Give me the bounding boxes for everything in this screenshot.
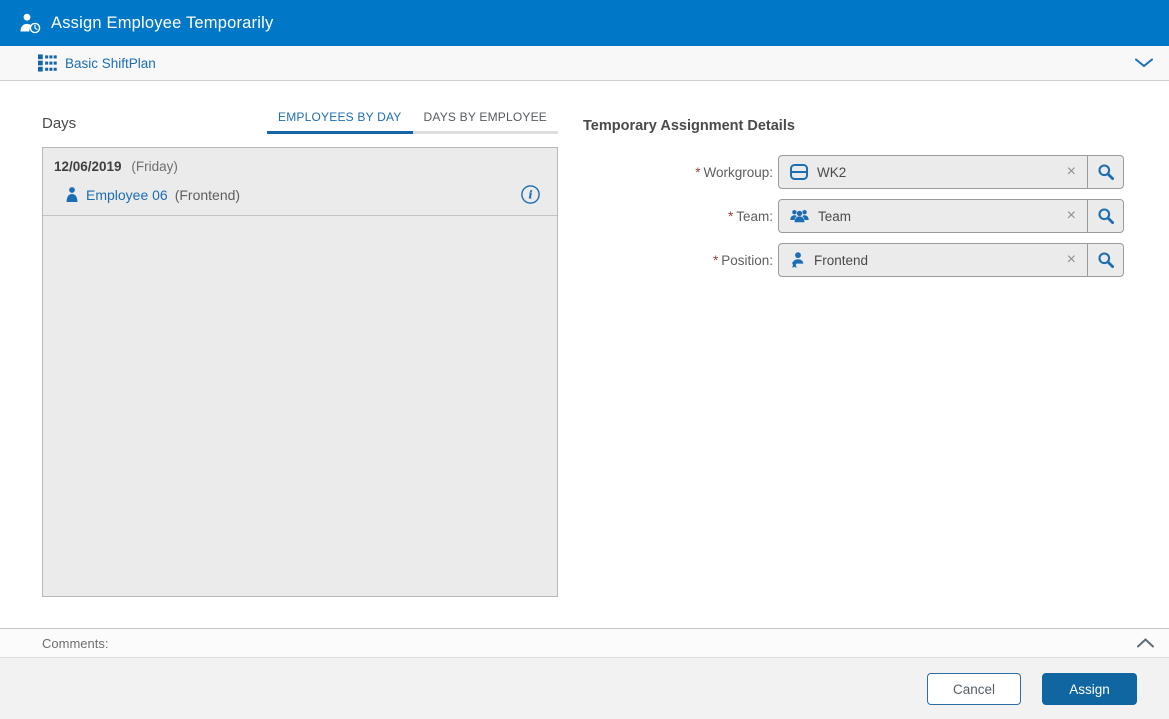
days-label: Days xyxy=(42,115,77,132)
position-picker-field[interactable]: Frontend × xyxy=(778,243,1124,277)
shiftplan-grid-icon xyxy=(38,54,57,72)
shiftplan-label: Basic ShiftPlan xyxy=(65,55,156,71)
team-search-button[interactable] xyxy=(1087,200,1123,232)
dialog-titlebar: Assign Employee Temporarily xyxy=(0,0,1169,46)
days-panel: 12/06/2019 (Friday) Employee 06 (Fronten… xyxy=(42,147,558,597)
workgroup-field-row: * Workgroup: WK2 × xyxy=(583,155,1124,189)
workgroup-label: * Workgroup: xyxy=(695,164,773,180)
clear-icon[interactable]: × xyxy=(1056,164,1087,180)
team-value: Team xyxy=(818,208,852,224)
assign-button[interactable]: Assign xyxy=(1042,673,1137,705)
workgroup-value: WK2 xyxy=(817,164,847,180)
person-icon xyxy=(66,187,78,202)
workgroup-icon xyxy=(790,164,808,180)
dialog-title: Assign Employee Temporarily xyxy=(51,13,274,32)
shiftplan-accordion-header[interactable]: Basic ShiftPlan xyxy=(0,46,1169,81)
team-icon xyxy=(790,209,809,223)
position-search-button[interactable] xyxy=(1087,244,1123,276)
required-marker: * xyxy=(727,208,734,224)
employee-row: Employee 06 (Frontend) i xyxy=(43,177,557,215)
days-header-row: Days EMPLOYEES BY DAY DAYS BY EMPLOYEE xyxy=(42,103,558,134)
cancel-button[interactable]: Cancel xyxy=(927,673,1021,705)
position-value: Frontend xyxy=(814,252,869,268)
details-fields: * Workgroup: WK2 × * Team: Team × * Posi… xyxy=(583,155,1124,287)
tab-employees-by-day[interactable]: EMPLOYEES BY DAY xyxy=(267,110,413,134)
required-marker: * xyxy=(695,164,701,180)
tab-days-by-employee[interactable]: DAYS BY EMPLOYEE xyxy=(412,110,558,134)
position-icon xyxy=(790,252,805,268)
employee-name-link[interactable]: Employee 06 xyxy=(86,187,168,203)
comments-label: Comments: xyxy=(42,635,109,651)
clear-icon[interactable]: × xyxy=(1056,208,1087,224)
required-marker: * xyxy=(712,252,719,268)
day-view-tabs: EMPLOYEES BY DAY DAYS BY EMPLOYEE xyxy=(267,110,558,134)
employee-position: (Frontend) xyxy=(174,186,241,203)
assign-employee-temporarily-icon xyxy=(19,13,42,34)
svg-text:i: i xyxy=(528,188,532,202)
day-name: (Friday) xyxy=(131,159,178,174)
chevron-up-icon[interactable] xyxy=(1137,638,1154,648)
dialog-footer: Cancel Assign xyxy=(0,658,1169,719)
details-section-title: Temporary Assignment Details xyxy=(583,118,795,134)
day-date: 12/06/2019 xyxy=(54,159,122,174)
team-field-row: * Team: Team × xyxy=(583,199,1124,233)
position-label: * Position: xyxy=(712,252,773,268)
comments-accordion-header[interactable]: Comments: xyxy=(0,628,1169,658)
info-icon[interactable]: i xyxy=(520,184,541,205)
day-date-row: 12/06/2019 (Friday) xyxy=(43,148,557,177)
workgroup-picker-field[interactable]: WK2 × xyxy=(778,155,1124,189)
team-label: * Team: xyxy=(727,208,773,224)
position-field-row: * Position: Frontend × xyxy=(583,243,1124,277)
team-picker-field[interactable]: Team × xyxy=(778,199,1124,233)
chevron-down-icon[interactable] xyxy=(1135,58,1153,68)
clear-icon[interactable]: × xyxy=(1056,252,1087,268)
workgroup-search-button[interactable] xyxy=(1087,156,1123,188)
day-group: 12/06/2019 (Friday) Employee 06 (Fronten… xyxy=(43,148,557,216)
